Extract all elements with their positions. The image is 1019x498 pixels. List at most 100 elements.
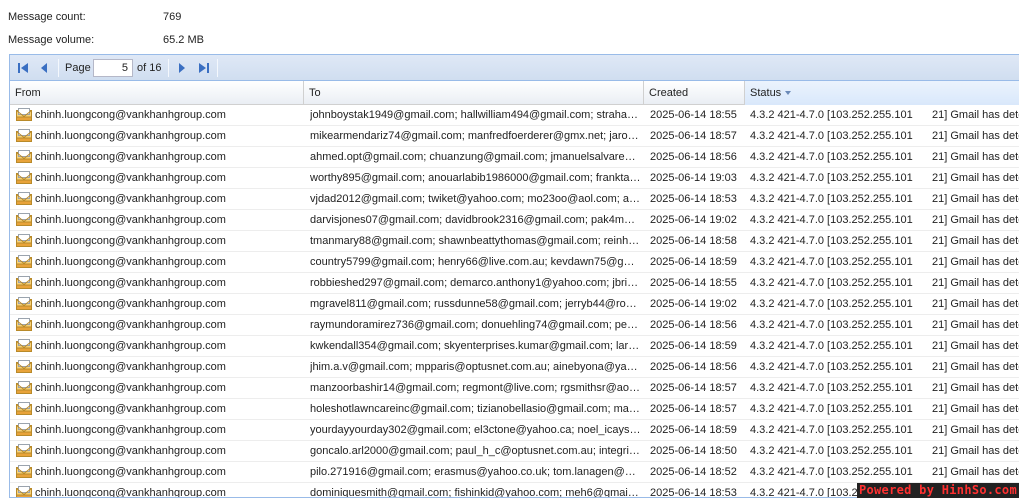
cell-status-detail: 21] Gmail has detected (932, 214, 1019, 226)
cell-status: 4.3.2 421-4.7.0 [103.252.255.101 (750, 277, 913, 289)
cell-created: 2025-06-14 19:03 (650, 172, 737, 184)
cell-status-detail: 21] Gmail has detected (932, 151, 1019, 163)
table-row[interactable]: chinh.luongcong@vankhanhgroup.com johnboy… (10, 105, 1019, 126)
envelope-icon (16, 108, 32, 121)
table-row[interactable]: chinh.luongcong@vankhanhgroup.com mikearm… (10, 126, 1019, 147)
last-page-icon (199, 63, 209, 73)
toolbar-separator (168, 59, 169, 77)
cell-from: chinh.luongcong@vankhanhgroup.com (35, 403, 226, 415)
table-row[interactable]: chinh.luongcong@vankhanhgroup.com ahmed.o… (10, 147, 1019, 168)
cell-status-detail: 21] Gmail has detected (932, 130, 1019, 142)
envelope-icon (16, 150, 32, 163)
table-row[interactable]: chinh.luongcong@vankhanhgroup.com manzoor… (10, 378, 1019, 399)
envelope-icon (16, 360, 32, 373)
cell-to: worthy895@gmail.com; anouarlabib1986000@… (310, 172, 641, 184)
cell-status-detail: 21] Gmail has detected (932, 109, 1019, 121)
page-number-input[interactable] (93, 59, 133, 77)
cell-created: 2025-06-14 19:02 (650, 214, 737, 226)
cell-status-detail: 21] Gmail has detected (932, 361, 1019, 373)
cell-created: 2025-06-14 18:55 (650, 277, 737, 289)
cell-to: robbieshed297@gmail.com; demarco.anthony… (310, 277, 641, 289)
first-page-button[interactable] (15, 60, 31, 76)
grid-body: chinh.luongcong@vankhanhgroup.com johnboy… (10, 105, 1019, 498)
cell-to: ahmed.opt@gmail.com; chuanzung@gmail.com… (310, 151, 641, 163)
table-row[interactable]: chinh.luongcong@vankhanhgroup.com darvisj… (10, 210, 1019, 231)
toolbar-separator (58, 59, 59, 77)
table-row[interactable]: chinh.luongcong@vankhanhgroup.com country… (10, 252, 1019, 273)
cell-created: 2025-06-14 18:56 (650, 361, 737, 373)
cell-status: 4.3.2 421-4.7.0 [103.252.255.101 (750, 235, 913, 247)
cell-from: chinh.luongcong@vankhanhgroup.com (35, 340, 226, 352)
cell-status: 4.3.2 421-4.7.0 [103.252.255.101 (750, 193, 913, 205)
prev-page-button[interactable] (36, 60, 52, 76)
cell-created: 2025-06-14 18:59 (650, 256, 737, 268)
cell-to: goncalo.arl2000@gmail.com; paul_h_c@optu… (310, 445, 641, 457)
envelope-icon (16, 276, 32, 289)
cell-from: chinh.luongcong@vankhanhgroup.com (35, 487, 226, 498)
watermark: Powered by HinhSo.com (856, 483, 1019, 498)
cell-from: chinh.luongcong@vankhanhgroup.com (35, 193, 226, 205)
cell-from: chinh.luongcong@vankhanhgroup.com (35, 151, 226, 163)
envelope-icon (16, 192, 32, 205)
cell-to: manzoorbashir14@gmail.com; regmont@live.… (310, 382, 641, 394)
envelope-icon (16, 381, 32, 394)
cell-created: 2025-06-14 18:59 (650, 424, 737, 436)
cell-to: johnboystak1949@gmail.com; hallwilliam49… (310, 109, 641, 121)
table-row[interactable]: chinh.luongcong@vankhanhgroup.com pilo.27… (10, 462, 1019, 483)
cell-status: 4.3.2 421-4.7.0 [103.252.255.101 (750, 361, 913, 373)
cell-created: 2025-06-14 19:02 (650, 298, 737, 310)
envelope-icon (16, 486, 32, 497)
column-header-from-label: From (15, 87, 41, 99)
column-header-to[interactable]: To (304, 81, 644, 105)
cell-to: dominiquesmith@gmail.com; fishinkid@yaho… (310, 487, 641, 498)
column-header-created[interactable]: Created (644, 81, 745, 105)
envelope-icon (16, 234, 32, 247)
table-row[interactable]: chinh.luongcong@vankhanhgroup.com robbies… (10, 273, 1019, 294)
table-row[interactable]: chinh.luongcong@vankhanhgroup.com worthy8… (10, 168, 1019, 189)
cell-created: 2025-06-14 18:50 (650, 445, 737, 457)
cell-from: chinh.luongcong@vankhanhgroup.com (35, 256, 226, 268)
cell-to: darvisjones07@gmail.com; davidbrook2316@… (310, 214, 641, 226)
cell-to: mikearmendariz74@gmail.com; manfredfoerd… (310, 130, 641, 142)
table-row[interactable]: chinh.luongcong@vankhanhgroup.com goncalo… (10, 441, 1019, 462)
cell-to: country5799@gmail.com; henry66@live.com.… (310, 256, 641, 268)
cell-status: 4.3.2 421-4.7.0 [103.252.255.101 (750, 319, 913, 331)
cell-status: 4.3.2 421-4.7.0 [103.252.255.101 (750, 403, 913, 415)
cell-to: kwkendall354@gmail.com; skyenterprises.k… (310, 340, 641, 352)
page-label: Page (65, 62, 91, 74)
cell-to: jhim.a.v@gmail.com; mpparis@optusnet.com… (310, 361, 641, 373)
cell-to: holeshotlawncareinc@gmail.com; tizianobe… (310, 403, 641, 415)
cell-status-detail: 21] Gmail has detected (932, 256, 1019, 268)
cell-status-detail: 21] Gmail has detected (932, 319, 1019, 331)
envelope-icon (16, 255, 32, 268)
message-count-label: Message count: (8, 11, 86, 23)
last-page-button[interactable] (196, 60, 212, 76)
table-row[interactable]: chinh.luongcong@vankhanhgroup.com vjdad20… (10, 189, 1019, 210)
cell-created: 2025-06-14 18:58 (650, 235, 737, 247)
cell-status: 4.3.2 421-4.7.0 [103.252.255.101 (750, 340, 913, 352)
column-header-status-label: Status (750, 87, 782, 99)
cell-status-detail: 21] Gmail has detected (932, 298, 1019, 310)
table-row[interactable]: chinh.luongcong@vankhanhgroup.com tmanmar… (10, 231, 1019, 252)
next-page-button[interactable] (174, 60, 190, 76)
prev-page-icon (41, 63, 47, 73)
cell-from: chinh.luongcong@vankhanhgroup.com (35, 361, 226, 373)
table-row[interactable]: chinh.luongcong@vankhanhgroup.com holesho… (10, 399, 1019, 420)
envelope-icon (16, 423, 32, 436)
table-row[interactable]: chinh.luongcong@vankhanhgroup.com mgravel… (10, 294, 1019, 315)
cell-from: chinh.luongcong@vankhanhgroup.com (35, 172, 226, 184)
sort-descending-icon (785, 91, 792, 96)
cell-from: chinh.luongcong@vankhanhgroup.com (35, 424, 226, 436)
table-row[interactable]: chinh.luongcong@vankhanhgroup.com kwkenda… (10, 336, 1019, 357)
table-row[interactable]: chinh.luongcong@vankhanhgroup.com yourday… (10, 420, 1019, 441)
column-header-status[interactable]: Status (745, 81, 1019, 105)
message-volume-value: 65.2 MB (163, 34, 204, 46)
column-header-from[interactable]: From (10, 81, 304, 105)
table-row[interactable]: chinh.luongcong@vankhanhgroup.com raymund… (10, 315, 1019, 336)
cell-created: 2025-06-14 18:53 (650, 193, 737, 205)
cell-from: chinh.luongcong@vankhanhgroup.com (35, 382, 226, 394)
table-row[interactable]: chinh.luongcong@vankhanhgroup.com jhim.a.… (10, 357, 1019, 378)
cell-created: 2025-06-14 18:53 (650, 487, 737, 498)
cell-status-detail: 21] Gmail has detected (932, 445, 1019, 457)
envelope-icon (16, 444, 32, 457)
